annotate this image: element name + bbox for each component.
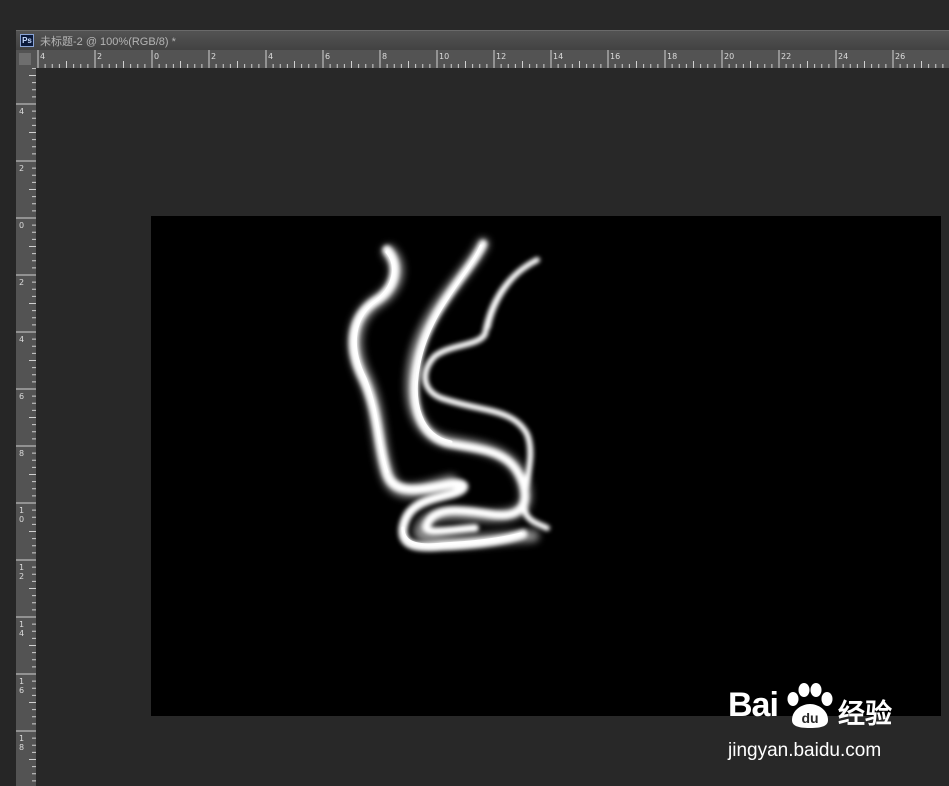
ruler-label: 4 <box>19 335 24 344</box>
ruler-label: 1 <box>19 506 24 515</box>
ruler-label: 4 <box>19 107 24 116</box>
ruler-label: 26 <box>895 52 905 61</box>
document-tab[interactable]: Ps 未标题-2 @ 100%(RGB/8) * <box>16 30 949 50</box>
ruler-label: 16 <box>610 52 620 61</box>
pasteboard-area <box>36 68 949 786</box>
ruler-label: 2 <box>97 52 102 61</box>
ruler-origin-corner[interactable] <box>16 50 36 68</box>
ruler-label: 10 <box>439 52 449 61</box>
vertical-ruler[interactable]: 42024681012141618 <box>16 68 36 786</box>
horizontal-ruler[interactable]: 4 2 0 2 4 6 8 10 12 14 16 18 20 22 24 26 <box>36 50 949 68</box>
ruler-label: 4 <box>268 52 273 61</box>
ruler-label: 1 <box>19 563 24 572</box>
ruler-label: 18 <box>667 52 677 61</box>
photoshop-app-icon: Ps <box>20 34 34 47</box>
top-workspace-strip <box>0 0 949 30</box>
ruler-label: 20 <box>724 52 734 61</box>
ruler-label: 2 <box>19 572 24 581</box>
ruler-label: 1 <box>19 620 24 629</box>
ruler-label: 0 <box>19 515 24 524</box>
ruler-label: 0 <box>154 52 159 61</box>
ruler-label: 8 <box>19 743 24 752</box>
ruler-label: 8 <box>19 449 24 458</box>
ruler-label: 6 <box>325 52 330 61</box>
ruler-label: 24 <box>838 52 848 61</box>
ruler-label: 2 <box>19 164 24 173</box>
ruler-label: 1 <box>19 677 24 686</box>
brush-stroke-artwork <box>348 238 550 552</box>
watermark-logo-text: Bai <box>728 686 779 724</box>
ruler-label: 14 <box>553 52 563 61</box>
ruler-label: 12 <box>496 52 506 61</box>
ruler-label: 0 <box>19 221 24 230</box>
ruler-label: 2 <box>211 52 216 61</box>
svg-text:du: du <box>801 710 818 726</box>
ruler-label: 1 <box>19 734 24 743</box>
watermark-url: jingyan.baidu.com <box>728 740 882 761</box>
ruler-label: 4 <box>19 629 24 638</box>
watermark-jingyan-text: 经验 <box>838 699 892 730</box>
ruler-label: 2 <box>19 278 24 287</box>
ruler-label: 22 <box>781 52 791 61</box>
ruler-label: 6 <box>19 686 24 695</box>
document-canvas[interactable] <box>151 216 941 716</box>
baidu-jingyan-watermark: Bai du 经验 jingyan.baidu.com <box>728 682 903 768</box>
document-window: Ps 未标题-2 @ 100%(RGB/8) * 4 2 0 2 4 6 8 10 12 14 16… <box>16 30 949 786</box>
ruler-label: 8 <box>382 52 387 61</box>
left-panel-edge <box>0 30 16 786</box>
ruler-label: 4 <box>40 52 45 61</box>
ruler-label: 6 <box>19 392 24 401</box>
document-tab-title[interactable]: 未标题-2 @ 100%(RGB/8) * <box>40 33 176 49</box>
paw-du-icon: du <box>787 683 833 728</box>
